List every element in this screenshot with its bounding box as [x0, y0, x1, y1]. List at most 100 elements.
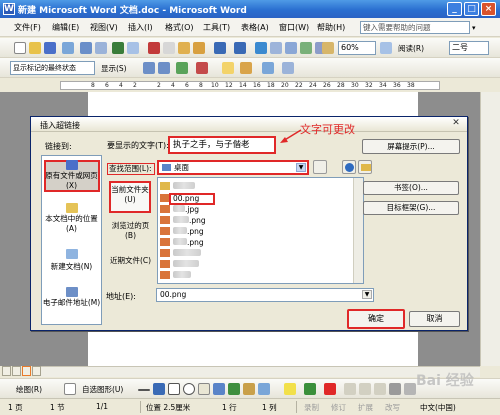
address-input[interactable]: 00.png ▼ [156, 288, 374, 302]
link-to-place-in-document[interactable]: 本文档中的位置(A) [42, 214, 101, 234]
list-item[interactable] [160, 259, 199, 270]
insert-table-icon[interactable] [285, 42, 297, 54]
list-item[interactable] [160, 248, 201, 259]
minimize-button[interactable]: _ [447, 2, 462, 16]
new-document-icon[interactable] [14, 42, 26, 54]
show-menu-button[interactable]: 显示(S) [101, 63, 127, 74]
insert-hyperlink-icon[interactable] [255, 42, 267, 54]
current-folder-button[interactable]: 当前文件夹(U) [109, 181, 151, 213]
help-dropdown-icon[interactable]: ▾ [472, 24, 476, 32]
file-list-scrollbar[interactable] [353, 178, 363, 283]
track-changes-icon[interactable] [262, 62, 274, 74]
link-to-new-document[interactable]: 新建文档(N) [42, 262, 101, 272]
link-to-email-address[interactable]: 电子邮件地址(M) [42, 298, 101, 308]
link-to-existing-file[interactable]: 原有文件或网页(X) [42, 171, 101, 191]
list-item[interactable]: .png [160, 215, 206, 226]
wordart-icon[interactable] [213, 383, 225, 395]
up-folder-button[interactable] [313, 160, 327, 174]
tables-borders-icon[interactable] [270, 42, 282, 54]
menu-view[interactable]: 视图(V) [90, 22, 118, 33]
previous-change-icon[interactable] [143, 62, 155, 74]
print-layout-button[interactable] [22, 366, 31, 376]
outline-view-button[interactable] [32, 366, 41, 376]
ok-button[interactable]: 确定 [347, 309, 405, 329]
redo-icon[interactable] [234, 42, 246, 54]
status-track-changes[interactable]: 修订 [331, 402, 346, 413]
word-app-icon[interactable]: W [3, 3, 15, 15]
autoshapes-menu-button[interactable]: 自选图形(U) [82, 384, 123, 395]
dialog-close-icon[interactable]: ✕ [449, 118, 463, 130]
menu-insert[interactable]: 插入(I) [128, 22, 153, 33]
menu-edit[interactable]: 编辑(E) [52, 22, 79, 33]
research-icon[interactable] [127, 42, 139, 54]
clip-art-icon[interactable] [243, 383, 255, 395]
display-text-input[interactable]: 执子之手，与子偕老 [168, 136, 276, 154]
recent-files-button[interactable]: 近期文件(C) [108, 256, 153, 266]
address-dropdown-icon[interactable]: ▼ [362, 290, 372, 299]
dash-style-icon[interactable] [359, 383, 371, 395]
status-extend[interactable]: 扩展 [358, 402, 373, 413]
line-icon[interactable] [138, 389, 150, 391]
paste-icon[interactable] [178, 42, 190, 54]
list-item[interactable] [160, 181, 195, 192]
status-record[interactable]: 录制 [304, 402, 319, 413]
undo-icon[interactable] [214, 42, 226, 54]
font-size-select[interactable]: 二号 [449, 41, 489, 55]
oval-icon[interactable] [183, 383, 195, 395]
line-color-icon[interactable] [304, 383, 316, 395]
vertical-scrollbar[interactable] [480, 92, 500, 366]
reviewing-pane-icon[interactable] [282, 62, 294, 74]
menu-format[interactable]: 格式(O) [165, 22, 194, 33]
menu-table[interactable]: 表格(A) [241, 22, 269, 33]
read-mode-button[interactable]: 阅读(R) [398, 43, 424, 54]
open-folder-icon[interactable] [29, 42, 41, 54]
3d-style-icon[interactable] [404, 383, 416, 395]
menu-file[interactable]: 文件(F) [14, 22, 41, 33]
help-search-input[interactable]: 键入需要帮助的问题 [360, 21, 470, 34]
browsed-pages-button[interactable]: 浏览过的页(B) [108, 221, 153, 241]
format-painter-icon[interactable] [193, 42, 205, 54]
insert-excel-icon[interactable] [300, 42, 312, 54]
look-in-select[interactable]: 桌面 ▼ [157, 160, 309, 175]
browse-file-button[interactable] [358, 160, 372, 174]
list-item[interactable]: .png [160, 237, 204, 248]
menu-help[interactable]: 帮助(H) [317, 22, 345, 33]
draw-menu-button[interactable]: 绘图(R) [16, 384, 42, 395]
cancel-button[interactable]: 取消 [409, 311, 460, 327]
highlight-icon[interactable] [240, 62, 252, 74]
maximize-button[interactable]: □ [464, 2, 479, 16]
insert-picture-icon[interactable] [258, 383, 270, 395]
font-color-icon[interactable] [324, 383, 336, 395]
text-box-icon[interactable] [198, 383, 210, 395]
close-button[interactable]: × [481, 2, 496, 16]
browse-web-button[interactable] [342, 160, 356, 174]
accept-change-icon[interactable] [176, 62, 188, 74]
next-change-icon[interactable] [158, 62, 170, 74]
diagram-icon[interactable] [228, 383, 240, 395]
menu-tools[interactable]: 工具(T) [203, 22, 230, 33]
target-frame-button[interactable]: 目标框架(G)... [363, 201, 459, 215]
zoom-select[interactable]: 60% [338, 41, 376, 55]
list-item[interactable]: .png [160, 226, 204, 237]
line-style-icon[interactable] [344, 383, 356, 395]
select-objects-icon[interactable] [64, 383, 76, 395]
markup-state-select[interactable]: 显示标记的最终状态 [10, 61, 95, 75]
spelling-icon[interactable] [112, 42, 124, 54]
print-icon[interactable] [80, 42, 92, 54]
arrow-icon[interactable] [153, 383, 165, 395]
copy-icon[interactable] [163, 42, 175, 54]
screentip-button[interactable]: 屏幕提示(P)... [362, 139, 460, 154]
web-layout-button[interactable] [12, 366, 21, 376]
horizontal-ruler[interactable]: 8 6 4 2 2 4 6 8 10 12 14 16 18 20 22 24 … [60, 81, 440, 90]
permission-icon[interactable] [62, 42, 74, 54]
print-preview-icon[interactable] [95, 42, 107, 54]
arrow-style-icon[interactable] [374, 383, 386, 395]
save-icon[interactable] [44, 42, 56, 54]
list-item[interactable] [160, 270, 191, 281]
status-overtype[interactable]: 改写 [385, 402, 400, 413]
shadow-style-icon[interactable] [389, 383, 401, 395]
rectangle-icon[interactable] [168, 383, 180, 395]
drawing-icon[interactable] [322, 42, 334, 54]
list-item[interactable]: .jpg [160, 204, 199, 215]
cut-icon[interactable] [148, 42, 160, 54]
